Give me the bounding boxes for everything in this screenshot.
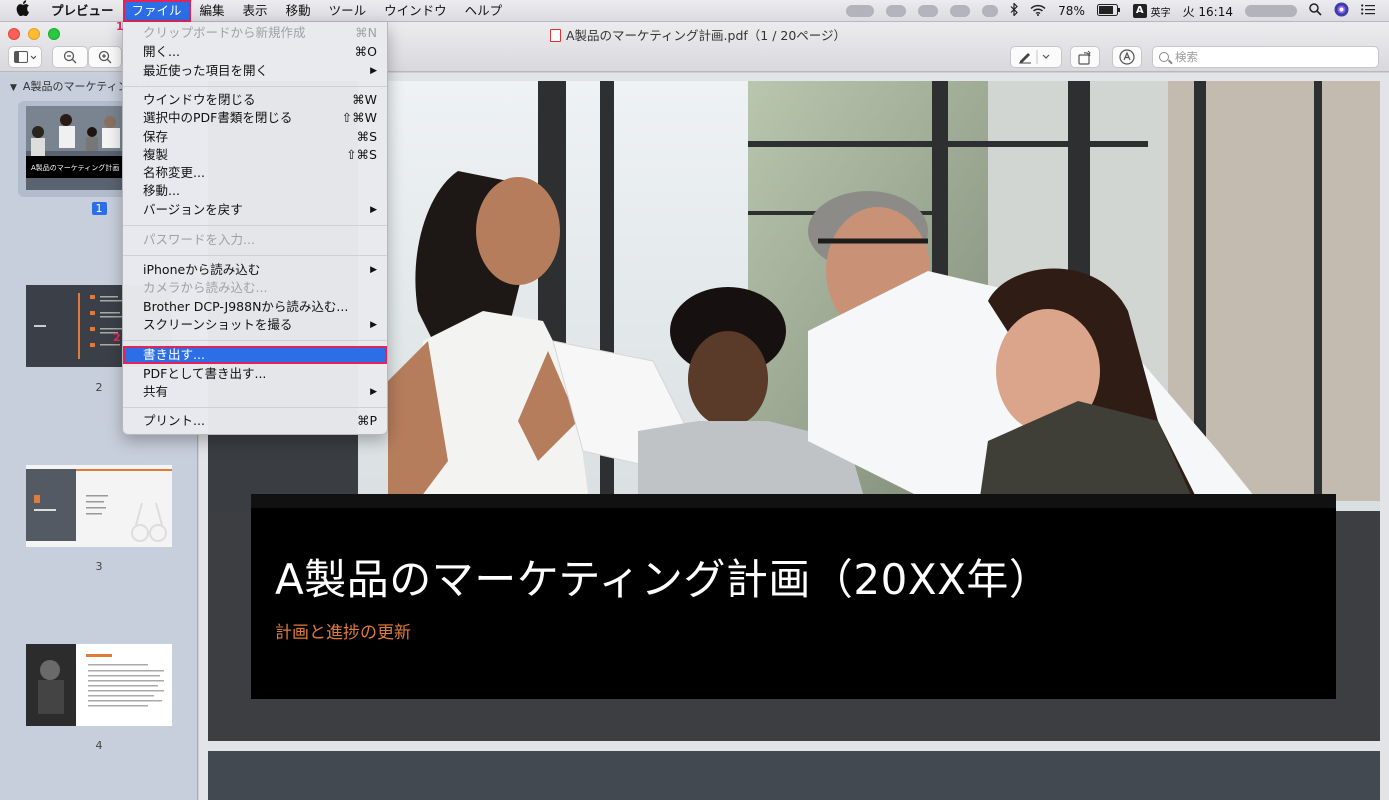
menu-app-name[interactable]: プレビュー — [42, 0, 123, 22]
search-field[interactable]: 検索 — [1152, 46, 1379, 68]
zoom-out-button[interactable] — [52, 46, 88, 68]
close-window-button[interactable] — [8, 28, 20, 40]
menu-item-export-as-pdf[interactable]: PDFとして書き出す... — [123, 365, 387, 383]
menu-bar: プレビュー ファイル 編集 表示 移動 ツール ウインドウ ヘルプ 78% A … — [0, 0, 1389, 33]
cover-title-banner: A製品のマーケティング計画（20XX年） 計画と進捗の更新 — [251, 494, 1336, 699]
menu-item-rename[interactable]: 名称変更... — [123, 164, 387, 182]
file-menu-dropdown: クリップボードから新規作成 ⌘N 開く... ⌘O 最近使った項目を開く ▶ ウインド… — [113, 22, 388, 435]
clock[interactable]: 火 16:14 — [1183, 3, 1233, 20]
menu-item-move[interactable]: 移動... — [123, 182, 387, 200]
menu-item-share[interactable]: 共有 ▶ — [123, 383, 387, 401]
thumbnail-page-3-image — [26, 465, 172, 547]
menu-item-new-from-clipboard[interactable]: クリップボードから新規作成 ⌘N — [123, 24, 387, 42]
spotlight-icon[interactable] — [1309, 3, 1322, 19]
zoom-in-icon — [98, 50, 112, 64]
minimize-window-button[interactable] — [28, 28, 40, 40]
window-title-text: A製品のマーケティング計画.pdf（1 / 20ページ） — [566, 28, 847, 43]
menu-separator — [123, 225, 387, 226]
menu-separator — [123, 255, 387, 256]
zoom-out-icon — [63, 50, 77, 64]
status-icon-blurred[interactable] — [982, 5, 999, 17]
cover-subtitle: 計画と進捗の更新 — [275, 623, 411, 643]
status-icon-blurred[interactable] — [918, 5, 939, 17]
menu-item-import-iphone[interactable]: iPhoneから読み込む ▶ — [123, 261, 387, 279]
bluetooth-icon[interactable] — [1010, 2, 1019, 19]
step-marker-1: 1 — [116, 20, 124, 33]
search-icon — [1159, 52, 1169, 62]
battery-icon[interactable] — [1096, 3, 1121, 19]
rotate-icon — [1078, 50, 1091, 65]
notification-center-icon[interactable] — [1361, 4, 1375, 18]
menu-separator — [123, 407, 387, 408]
status-area: 78% A 英字 火 16:14 — [846, 0, 1389, 22]
menu-item-save[interactable]: 保存 ⌘S — [123, 128, 387, 146]
thumbnail-page-3[interactable] — [26, 465, 172, 547]
menu-go[interactable]: 移動 — [277, 0, 320, 22]
user-name-blurred[interactable] — [1245, 5, 1297, 17]
markup-toolbar-button[interactable] — [1112, 46, 1142, 68]
menu-edit[interactable]: 編集 — [191, 0, 234, 22]
menu-item-revert[interactable]: バージョンを戻す ▶ — [123, 201, 387, 219]
pdf-page-2-preview — [208, 751, 1380, 800]
menu-item-import-scanner[interactable]: Brother DCP-J988Nから読み込む... — [123, 298, 387, 316]
apple-menu-icon[interactable] — [0, 0, 42, 22]
rotate-button[interactable] — [1070, 46, 1100, 68]
menu-item-export[interactable]: 書き出す... — [123, 346, 387, 364]
disclosure-triangle-icon[interactable]: ▼ — [10, 83, 17, 93]
input-source-icon[interactable]: A — [1132, 4, 1147, 18]
menu-item-take-screenshot[interactable]: スクリーンショットを撮る ▶ — [123, 316, 387, 334]
search-placeholder: 検索 — [1175, 50, 1198, 64]
menu-item-duplicate[interactable]: 複製 ⇧⌘S — [123, 146, 387, 164]
window-title: A製品のマーケティング計画.pdf（1 / 20ページ） — [550, 25, 846, 44]
wifi-icon[interactable] — [1030, 4, 1046, 19]
menu-item-close-pdf[interactable]: 選択中のPDF書類を閉じる ⇧⌘W — [123, 109, 387, 127]
zoom-window-button[interactable] — [48, 28, 60, 40]
menu-item-print[interactable]: プリント... ⌘P — [123, 412, 387, 430]
menu-separator — [123, 86, 387, 87]
step-marker-2: 2 — [113, 331, 121, 344]
thumbnail-page-1-title: A製品のマーケティング計画（20XX年） — [31, 163, 122, 172]
battery-percent[interactable]: 78% — [1058, 4, 1085, 18]
status-icon-blurred[interactable] — [846, 5, 875, 17]
menu-window[interactable]: ウインドウ — [375, 0, 456, 22]
markup-pen-button[interactable] — [1010, 46, 1062, 68]
cover-title: A製品のマーケティング計画（20XX年） — [275, 555, 1052, 604]
menu-separator — [123, 340, 387, 341]
pdf-file-icon — [550, 29, 561, 42]
thumbnail-photo: A製品のマーケティング計画（20XX年） — [26, 106, 122, 190]
menu-item-close-window[interactable]: ウインドウを閉じる ⌘W — [123, 91, 387, 109]
markup-icon — [1119, 49, 1135, 65]
menu-help[interactable]: ヘルプ — [456, 0, 512, 22]
thumbnail-page-1[interactable]: A製品のマーケティング計画（20XX年） — [26, 106, 122, 190]
thumbnail-page-4[interactable] — [26, 644, 172, 726]
menu-item-open-recent[interactable]: 最近使った項目を開く ▶ — [123, 62, 387, 80]
siri-icon[interactable] — [1334, 2, 1349, 20]
page-number-4: 4 — [95, 739, 103, 752]
sidebar-icon — [14, 51, 36, 63]
zoom-in-button[interactable] — [88, 46, 122, 68]
menu-view[interactable]: 表示 — [234, 0, 277, 22]
menu-item-open[interactable]: 開く... ⌘O — [123, 43, 387, 61]
thumbnail-page-4-image — [26, 644, 172, 726]
menu-item-enter-password[interactable]: パスワードを入力... — [123, 231, 387, 249]
page-number-3: 3 — [95, 560, 103, 573]
app-window: { "menubar": { "apple": "", "app_name": … — [0, 0, 1389, 800]
menu-item-import-camera[interactable]: カメラから読み込む... — [123, 279, 387, 297]
menu-file[interactable]: ファイル — [122, 0, 191, 22]
status-icon-blurred[interactable] — [886, 5, 907, 17]
sidebar-toggle-button[interactable] — [8, 46, 42, 68]
menu-tools[interactable]: ツール — [320, 0, 376, 22]
pen-icon — [1019, 50, 1050, 64]
status-icon-blurred[interactable] — [950, 5, 971, 17]
input-source-label[interactable]: 英字 — [1151, 4, 1171, 19]
